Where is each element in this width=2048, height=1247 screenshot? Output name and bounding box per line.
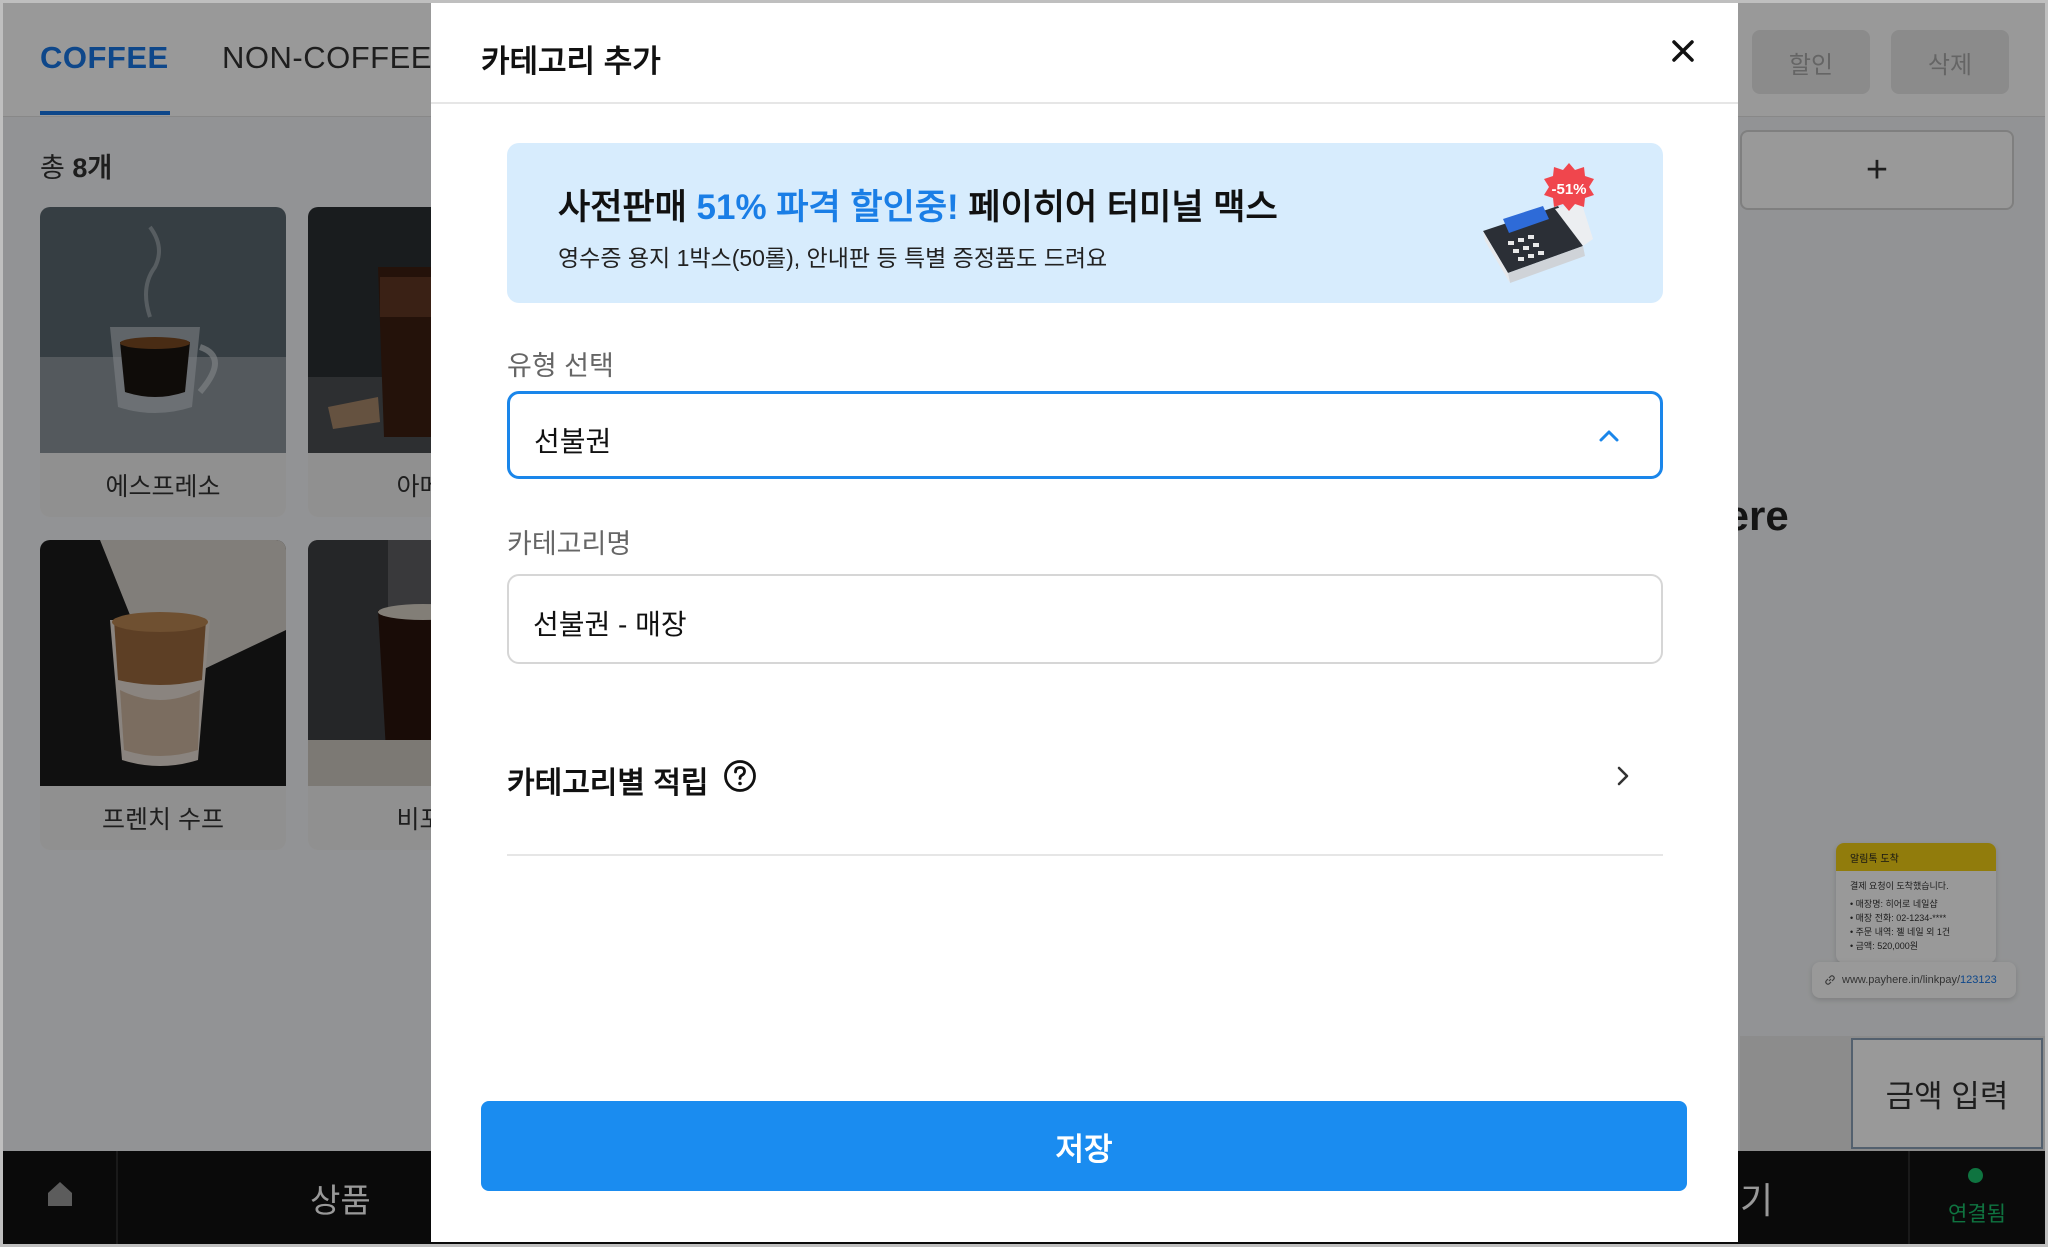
- modal-header: 카테고리 추가: [431, 0, 1738, 104]
- type-select-value: 선불권: [534, 426, 612, 457]
- modal-title: 카테고리 추가: [481, 44, 661, 79]
- promo-banner[interactable]: 사전판매 51% 파격 할인중! 페이히어 터미널 맥스 영수증 용지 1박스(…: [507, 143, 1663, 303]
- type-select[interactable]: 선불권: [507, 391, 1663, 479]
- banner-title-suffix: 페이히어 터미널 맥스: [958, 188, 1278, 227]
- add-category-modal: 카테고리 추가 사전판매 51% 파격 할인중! 페이히어 터미널 맥스 영수증…: [431, 0, 1738, 1242]
- category-name-input[interactable]: 선불권 - 매장: [507, 574, 1663, 664]
- category-points-row[interactable]: 카테고리별 적립: [507, 740, 1663, 856]
- category-name-value: 선불권 - 매장: [533, 609, 687, 640]
- banner-title-prefix: 사전판매: [558, 188, 697, 227]
- category-name-label: 카테고리명: [507, 529, 632, 559]
- type-select-label: 유형 선택: [507, 351, 614, 381]
- save-button[interactable]: 저장: [481, 1101, 1687, 1191]
- category-points-label: 카테고리별 적립: [507, 767, 709, 800]
- banner-subtitle: 영수증 용지 1박스(50롤), 안내판 등 특별 증정품도 드려요: [558, 245, 1108, 271]
- banner-title-highlight: 51% 파격 할인중!: [696, 188, 959, 227]
- help-icon[interactable]: [723, 759, 757, 793]
- close-icon[interactable]: [1668, 36, 1698, 66]
- discount-badge: -51%: [1551, 181, 1587, 198]
- chevron-up-icon: [1599, 430, 1619, 442]
- chevron-right-icon: [1617, 766, 1629, 786]
- banner-title: 사전판매 51% 파격 할인중! 페이히어 터미널 맥스: [558, 179, 1278, 230]
